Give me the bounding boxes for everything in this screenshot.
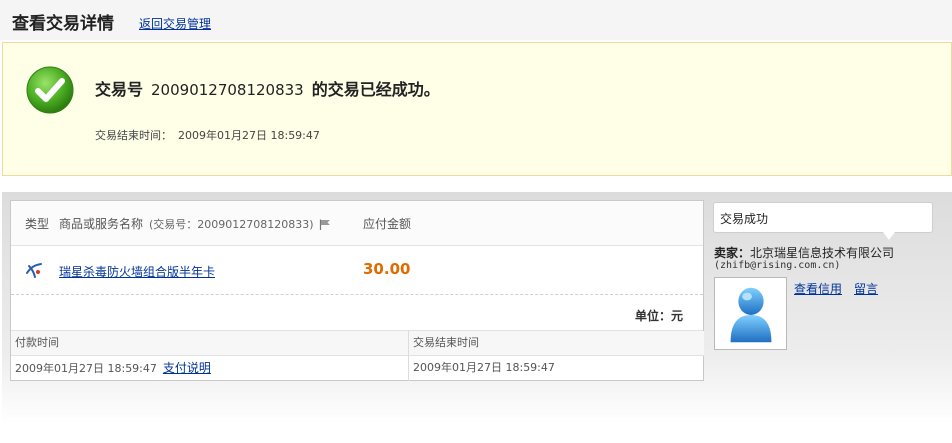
seller-name: 北京瑞星信息技术有限公司 xyxy=(750,246,895,260)
success-prefix: 交易号 xyxy=(95,80,144,99)
pay-time-cell: 2009年01月27日 18:59:47 支付说明 xyxy=(11,356,409,381)
end-time-label: 交易结束时间： xyxy=(95,129,172,142)
column-type: 类型 xyxy=(25,217,50,231)
trade-status: 交易成功 xyxy=(720,212,769,226)
unit-row: 单位：元 xyxy=(11,296,703,331)
rising-product-icon xyxy=(26,263,42,278)
item-row: 瑞星杀毒防火墙组合版半年卡 30.00 xyxy=(11,247,703,295)
payment-note-link[interactable]: 支付说明 xyxy=(163,361,211,375)
seller-email: (zhifb@rising.com.cn) xyxy=(714,260,841,271)
time-table: 付款时间 交易结束时间 2009年01月27日 18:59:47 支付说明 200… xyxy=(11,331,704,381)
column-name-label: 商品或服务名称 xyxy=(59,217,144,231)
column-name: 商品或服务名称 (交易号：2009012708120833) xyxy=(59,215,331,232)
back-to-trade-management-link[interactable]: 返回交易管理 xyxy=(139,15,211,32)
column-trade-no: (交易号：2009012708120833) xyxy=(149,218,314,231)
leave-message-link[interactable]: 留言 xyxy=(854,280,878,297)
item-name-link[interactable]: 瑞星杀毒防火墙组合版半年卡 xyxy=(59,263,215,280)
seller-info: 卖家：北京瑞星信息技术有限公司 xyxy=(714,244,894,261)
user-avatar-icon xyxy=(715,278,786,349)
trade-status-bubble: 交易成功 xyxy=(713,202,933,233)
success-message: 交易号 2009012708120833 的交易已经成功。 xyxy=(95,76,440,100)
column-amount: 应付金额 xyxy=(363,217,412,231)
seller-avatar xyxy=(714,277,787,350)
end-time-header: 交易结束时间 xyxy=(409,331,704,356)
page-title: 查看交易详情 xyxy=(12,14,114,34)
currency-unit: 单位：元 xyxy=(634,309,683,323)
view-credit-link[interactable]: 查看信用 xyxy=(794,280,842,297)
detail-header: 类型 商品或服务名称 (交易号：2009012708120833) 应付金额 xyxy=(11,201,703,246)
trade-detail-box: 类型 商品或服务名称 (交易号：2009012708120833) 应付金额 瑞星… xyxy=(10,200,704,381)
end-time-value: 2009年01月27日 18:59:47 xyxy=(178,129,320,142)
pay-time-header: 付款时间 xyxy=(11,331,409,356)
seller-label: 卖家： xyxy=(714,246,751,260)
flag-icon[interactable] xyxy=(319,219,331,230)
trade-number: 2009012708120833 xyxy=(151,81,304,99)
trade-end-time: 交易结束时间： 2009年01月27日 18:59:47 xyxy=(95,127,320,143)
page-header: 查看交易详情 返回交易管理 xyxy=(0,0,952,40)
success-panel: 交易号 2009012708120833 的交易已经成功。 交易结束时间： 2009年… xyxy=(2,42,952,176)
pay-time-value: 2009年01月27日 18:59:47 xyxy=(15,362,157,375)
check-circle-icon xyxy=(26,66,74,114)
bubble-tail xyxy=(883,232,895,240)
item-amount: 30.00 xyxy=(363,260,411,278)
success-suffix: 的交易已经成功。 xyxy=(311,80,440,99)
end-time-cell: 2009年01月27日 18:59:47 xyxy=(413,361,555,374)
